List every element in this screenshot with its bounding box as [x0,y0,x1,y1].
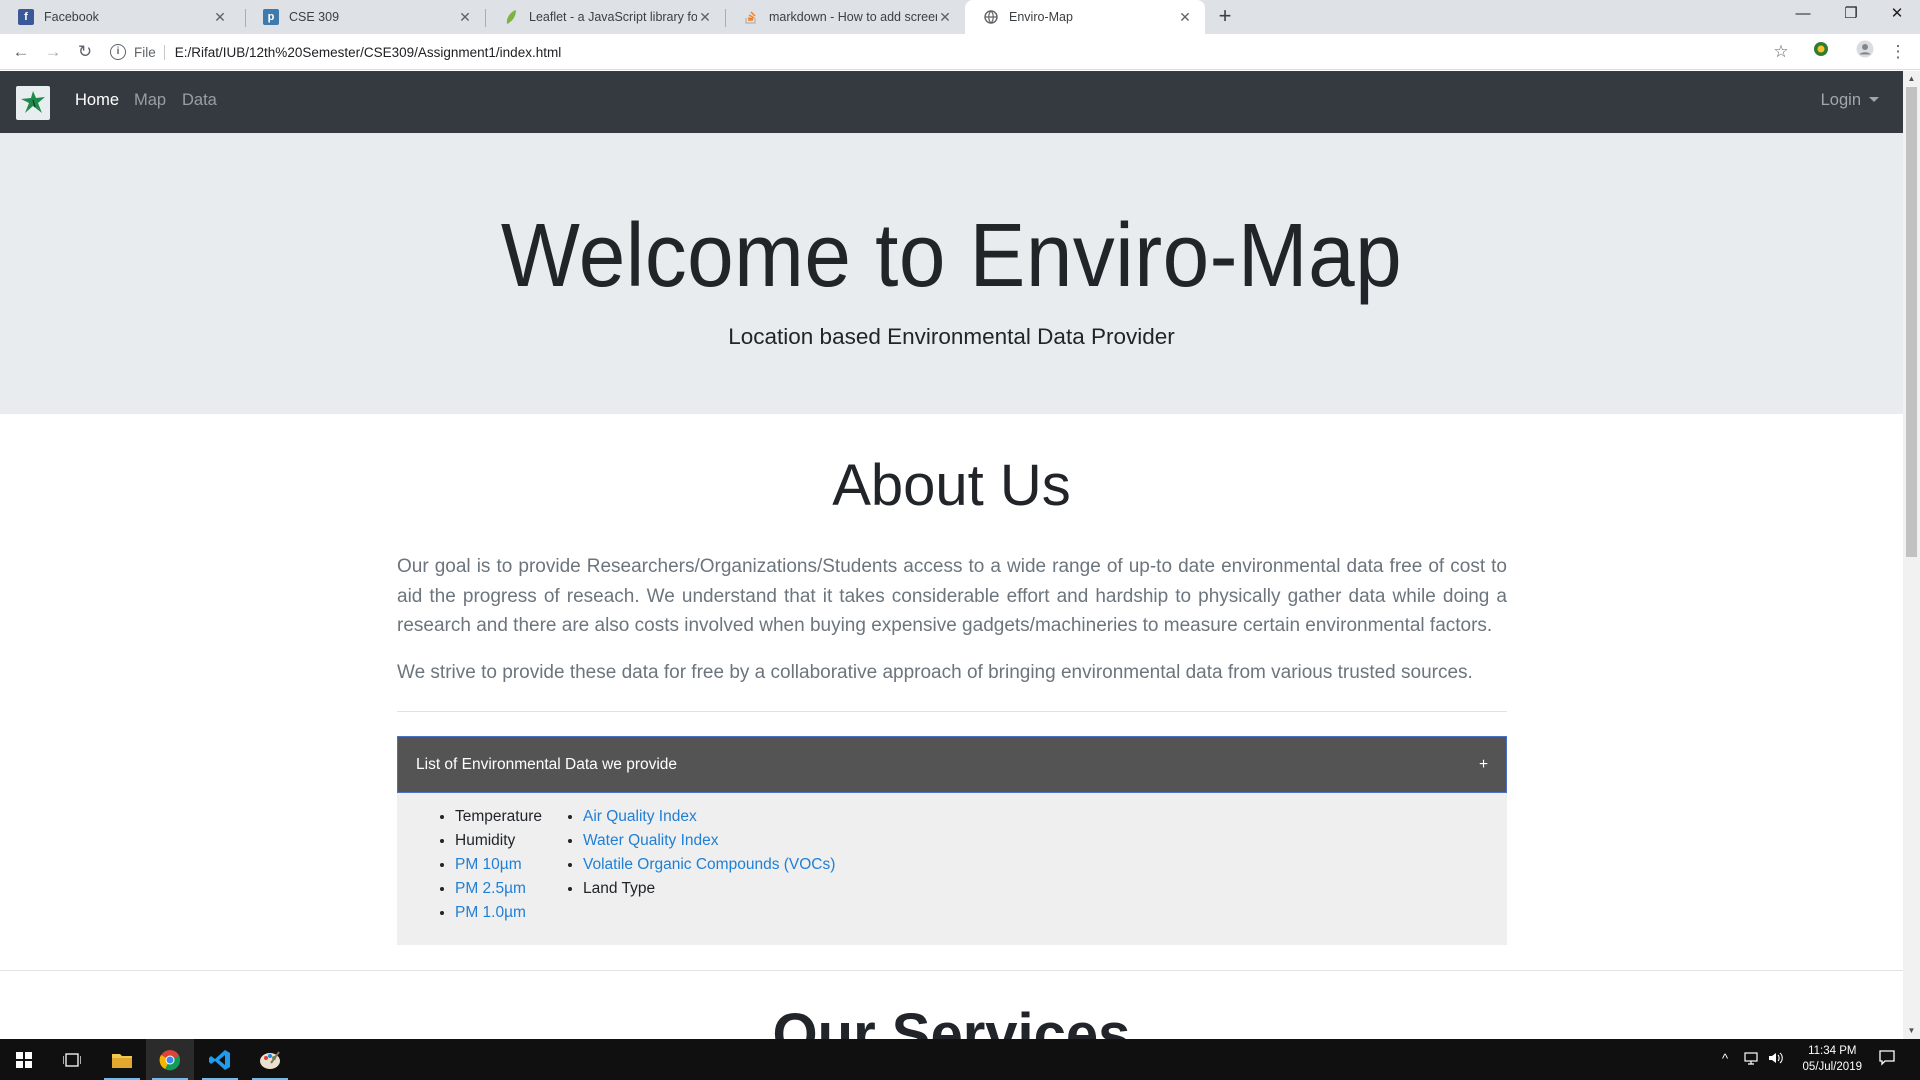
browser-tab-facebook[interactable]: f Facebook ✕ [0,0,240,34]
data-list-column-2: Air Quality Index Water Quality Index Vola… [563,805,835,901]
data-type-link[interactable]: PM 1.0µm [455,904,526,921]
site-info-icon[interactable]: i [110,44,126,60]
chrome-icon[interactable] [146,1039,194,1080]
list-item[interactable]: PM 10µm [455,853,542,877]
windows-taskbar: ^ 11:34 PM 05/Jul/2019 [0,1039,1920,1080]
expand-plus-icon[interactable]: + [1479,756,1488,774]
data-type-label: Land Type [583,880,656,897]
url-scheme: File [134,44,165,60]
data-list-column-1: Temperature Humidity PM 10µm PM 2.5µm PM 1.0… [435,805,542,925]
taskbar-clock[interactable]: 11:34 PM 05/Jul/2019 [1803,1043,1862,1075]
minimize-button[interactable]: — [1780,0,1826,30]
list-item[interactable]: Air Quality Index [583,805,835,829]
scroll-up-arrow-icon[interactable]: ▲ [1903,71,1920,87]
hero-title: Welcome to Enviro-Map [500,206,1403,306]
vscode-icon[interactable] [196,1039,244,1080]
windows-start-icon[interactable] [0,1039,48,1080]
nav-link-home[interactable]: Home [75,91,119,110]
tab-title: Leaflet - a JavaScript library for inter… [529,10,697,24]
list-item[interactable]: Water Quality Index [583,829,835,853]
data-type-link[interactable]: Water Quality Index [583,832,719,849]
bookmark-star-icon[interactable]: ☆ [1769,40,1793,64]
nav-link-data[interactable]: Data [182,91,217,110]
data-type-link[interactable]: Volatile Organic Compounds (VOCs) [583,856,835,873]
back-arrow-icon[interactable]: ← [7,38,35,66]
page-viewport: Home Map Data Login Welcome to Enviro-Ma… [0,71,1903,1039]
close-tab-icon[interactable]: ✕ [937,9,953,26]
login-dropdown[interactable]: Login [1821,91,1879,110]
hero-subtitle: Location based Environmental Data Provid… [728,324,1175,349]
close-tab-icon[interactable]: ✕ [697,9,713,26]
data-type-link[interactable]: Air Quality Index [583,808,697,825]
hero-section: Welcome to Enviro-Map Location based Env… [0,133,1903,414]
close-tab-icon[interactable]: ✕ [457,9,473,26]
task-view-icon[interactable] [48,1039,96,1080]
list-item[interactable]: Volatile Organic Compounds (VOCs) [583,853,835,877]
login-label: Login [1820,91,1861,109]
about-paragraph-2: We strive to provide these data for free… [397,662,1473,683]
reload-icon[interactable]: ↻ [71,38,99,66]
more-menu-icon[interactable]: ⋮ [1886,40,1910,64]
close-tab-icon[interactable]: ✕ [1177,9,1193,26]
volume-icon[interactable] [1768,1051,1784,1068]
services-title: Our Services [772,1002,1131,1039]
about-title: About Us [832,453,1071,518]
browser-toolbar: ← → ↻ i File E:/Rifat/IUB/12th%20Semeste… [0,34,1920,70]
data-type-label: Temperature [455,808,543,825]
close-window-button[interactable]: ✕ [1874,0,1920,30]
new-tab-button[interactable]: + [1212,4,1238,30]
chevron-down-icon [1869,97,1879,102]
nav-link-map[interactable]: Map [134,91,166,110]
tab-title: markdown - How to add screenshots [769,10,937,24]
restore-button[interactable]: ❐ [1828,0,1874,30]
site-navbar: Home Map Data Login [0,71,1903,133]
data-type-label: Humidity [455,832,516,849]
browser-tab-strip: f Facebook ✕ p CSE 309 ✕ Leaflet - a Jav… [0,0,1920,34]
url-text[interactable]: E:/Rifat/IUB/12th%20Semester/CSE309/Assi… [175,45,561,60]
clock-date: 05/Jul/2019 [1802,1061,1862,1073]
list-item: Land Type [583,877,835,901]
address-bar[interactable]: i File E:/Rifat/IUB/12th%20Semester/CSE3… [110,38,1775,66]
list-item: Humidity [455,829,542,853]
page-scrollbar[interactable]: ▲ ▼ [1903,71,1920,1039]
piazza-icon: p [263,9,279,25]
scrollbar-thumb[interactable] [1906,87,1917,557]
data-type-link[interactable]: PM 2.5µm [455,880,526,897]
list-item[interactable]: PM 2.5µm [455,877,542,901]
leaflet-icon [503,9,519,25]
accordion-title: List of Environmental Data we provide [416,755,678,773]
list-item[interactable]: PM 1.0µm [455,901,542,925]
facebook-icon: f [18,9,34,25]
tab-title: CSE 309 [289,10,340,24]
extension-icon[interactable] [1809,40,1833,64]
paint-icon[interactable] [246,1039,294,1080]
list-item: Temperature [455,805,542,829]
scroll-down-arrow-icon[interactable]: ▼ [1903,1023,1920,1039]
globe-icon [983,9,999,25]
stackoverflow-icon [743,9,759,25]
browser-tab-enviro-map[interactable]: Enviro-Map ✕ [965,0,1205,34]
data-type-link[interactable]: PM 10µm [455,856,522,873]
tab-title: Enviro-Map [1009,10,1073,24]
file-explorer-icon[interactable] [98,1039,146,1080]
chevron-up-icon[interactable]: ^ [1722,1051,1728,1066]
about-paragraph-1: Our goal is to provide Researchers/Organ… [397,556,1507,636]
tab-title: Facebook [44,10,99,24]
section-divider [0,970,1903,971]
data-list-accordion-header[interactable]: List of Environmental Data we provide + [397,736,1507,793]
browser-tab-stackoverflow[interactable]: markdown - How to add screenshots ✕ [725,0,965,34]
enviro-map-logo[interactable] [16,86,50,120]
profile-avatar-icon[interactable] [1853,40,1877,64]
data-list-accordion-body: Temperature Humidity PM 10µm PM 2.5µm PM 1.0… [397,793,1507,945]
divider [397,711,1507,712]
close-tab-icon[interactable]: ✕ [212,9,228,26]
browser-tab-cse309[interactable]: p CSE 309 ✕ [245,0,485,34]
forward-arrow-icon[interactable]: → [39,38,67,66]
clock-time: 11:34 PM [1808,1045,1857,1057]
network-icon[interactable] [1744,1051,1762,1068]
browser-tab-leaflet[interactable]: Leaflet - a JavaScript library for inter… [485,0,725,34]
notification-center-icon[interactable] [1878,1049,1896,1070]
